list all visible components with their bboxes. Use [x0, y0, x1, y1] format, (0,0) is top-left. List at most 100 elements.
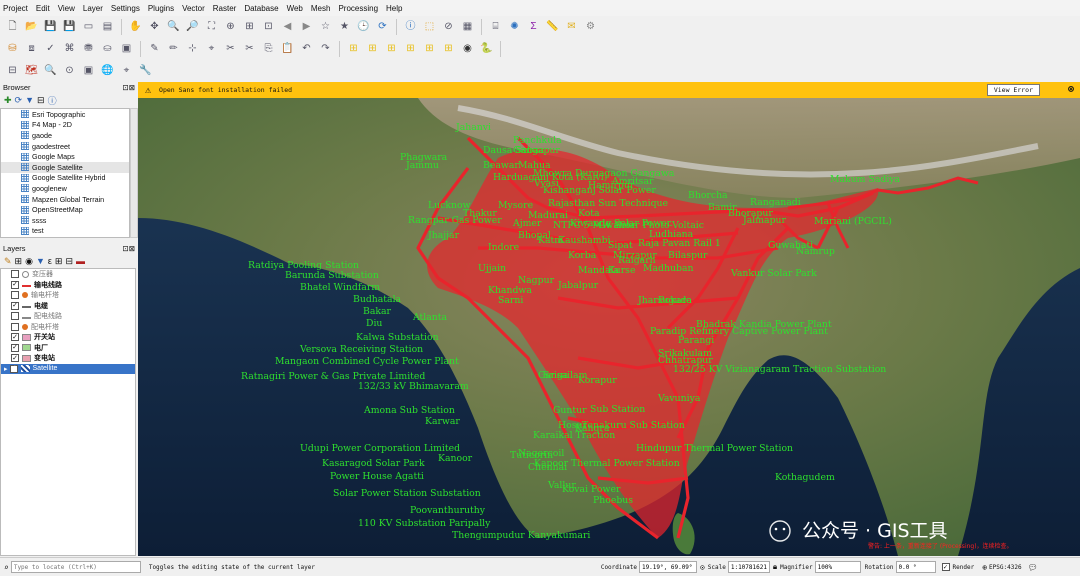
coordinate-field[interactable] — [638, 561, 697, 573]
new-geopackage-icon[interactable]: ⧈ — [23, 41, 40, 58]
layer-visibility-checkbox[interactable] — [11, 270, 19, 279]
new-virtual-layer-icon[interactable]: ⛀ — [99, 41, 116, 58]
crs-button[interactable]: EPSG:4326 — [989, 564, 1022, 571]
statistics-icon[interactable]: ✺ — [506, 19, 523, 36]
attribute-table-icon[interactable]: ▦ — [459, 19, 476, 36]
view-error-button[interactable]: View Error — [986, 84, 1040, 96]
new-bookmark-icon[interactable]: ☆ — [317, 19, 334, 36]
menu-layer[interactable]: Layer — [83, 4, 103, 13]
menu-project[interactable]: Project — [3, 4, 28, 13]
zoom-to-selection-icon[interactable]: ⊕ — [222, 19, 239, 36]
zoom-to-layer-icon[interactable]: ⊞ — [241, 19, 258, 36]
filter-legend-icon[interactable]: ▼ — [36, 256, 45, 266]
browser-item[interactable]: googlenew — [1, 183, 129, 194]
pan-icon[interactable]: ✋ — [127, 19, 144, 36]
label-pin-icon[interactable]: ⊞ — [364, 41, 381, 58]
magnifier-field[interactable] — [814, 561, 861, 573]
sum-icon[interactable]: Σ — [525, 19, 542, 36]
new-temp-layer-icon[interactable]: ▣ — [118, 41, 135, 58]
show-bookmarks-icon[interactable]: ★ — [336, 19, 353, 36]
label-show-icon[interactable]: ⊞ — [421, 41, 438, 58]
zoom-out-icon[interactable]: 🔎 — [184, 19, 201, 36]
browser-item[interactable]: Esri Topographic — [1, 109, 129, 120]
georeferencer-icon[interactable]: ⊟ — [4, 63, 21, 80]
add-group-icon[interactable]: ⊞ — [15, 256, 23, 267]
paste-icon[interactable]: 📋 — [279, 41, 296, 58]
open-project-icon[interactable]: 📂 — [23, 19, 40, 36]
crs-icon[interactable]: ⊕ — [982, 563, 987, 572]
filter-icon[interactable]: ▼ — [25, 95, 34, 105]
label-move-icon[interactable]: ⊞ — [383, 41, 400, 58]
zoom-last-icon[interactable]: ◀ — [279, 19, 296, 36]
layer-row[interactable]: ✓ 开关站 — [1, 332, 135, 343]
print-layout-icon[interactable]: ▭ — [80, 19, 97, 36]
zoom-tool-icon[interactable]: 🔍 — [42, 63, 59, 80]
save-project-icon[interactable]: 💾 — [42, 19, 59, 36]
annotation-icon[interactable]: ✉ — [563, 19, 580, 36]
panel-float-close-icon[interactable]: ⊡⊠ — [122, 83, 135, 92]
remove-layer-icon[interactable]: ▬ — [76, 256, 85, 266]
new-shapefile-icon[interactable]: ⌘ — [61, 41, 78, 58]
layer-visibility-checkbox[interactable]: ✓ — [9, 364, 18, 373]
map-tips-icon[interactable]: ⚙ — [582, 19, 599, 36]
render-checkbox[interactable]: ✓ — [941, 563, 950, 571]
menu-view[interactable]: View — [58, 4, 75, 13]
zoom-in-icon[interactable]: 🔍 — [165, 19, 182, 36]
layer-row[interactable]: ▸ ✓ Satellite — [1, 363, 135, 374]
label-change-icon[interactable]: ⊞ — [440, 41, 457, 58]
menu-processing[interactable]: Processing — [338, 4, 378, 13]
locate-input[interactable] — [10, 561, 141, 573]
collapse-all-icon[interactable]: ⊟ — [37, 95, 45, 106]
measure-icon[interactable]: 📏 — [544, 19, 561, 36]
label-rotate-icon[interactable]: ⊞ — [402, 41, 419, 58]
refresh-icon[interactable]: ⟳ — [374, 19, 391, 36]
rotation-field[interactable] — [895, 561, 936, 573]
layout-manager-icon[interactable]: ▤ — [99, 19, 116, 36]
delete-selected-icon[interactable]: ✂ — [222, 41, 239, 58]
layer-row[interactable]: 输电杆塔 — [1, 290, 135, 301]
messages-icon[interactable]: 💬︎ — [1028, 563, 1038, 572]
style-icon[interactable]: ✎ — [4, 256, 12, 267]
gps-icon[interactable]: ⌖ — [118, 63, 135, 80]
redo-icon[interactable]: ↷ — [317, 41, 334, 58]
filter-expression-icon[interactable]: ε — [48, 256, 52, 266]
menu-web[interactable]: Web — [287, 4, 303, 13]
layer-row[interactable]: ✓ 电厂 — [1, 343, 135, 354]
menu-raster[interactable]: Raster — [213, 4, 237, 13]
layer-visibility-checkbox[interactable]: ✓ — [11, 343, 19, 352]
quickmap-icon[interactable]: 🗺 — [23, 63, 40, 80]
deselect-icon[interactable]: ⊘ — [440, 19, 457, 36]
layer-row[interactable]: 变压器 — [1, 269, 135, 280]
copy-icon[interactable]: ⎘ — [260, 41, 277, 58]
layer-visibility-checkbox[interactable]: ✓ — [11, 280, 19, 289]
save-as-icon[interactable]: 💾 — [61, 19, 78, 36]
identify-icon[interactable]: ⓘ — [402, 19, 419, 36]
menu-mesh[interactable]: Mesh — [311, 4, 331, 13]
temporal-controller-icon[interactable]: 🕒 — [355, 19, 372, 36]
label-icon[interactable]: ⊞ — [345, 41, 362, 58]
globe-settings-icon[interactable]: 🌐 — [99, 63, 116, 80]
layer-row[interactable]: ✓ 变电站 — [1, 353, 135, 364]
cut-icon[interactable]: ✂ — [241, 41, 258, 58]
field-calculator-icon[interactable]: ⌸ — [487, 19, 504, 36]
select-features-icon[interactable]: ⬚ — [421, 19, 438, 36]
zoom-full-icon[interactable]: ⛶ — [203, 19, 220, 36]
menu-settings[interactable]: Settings — [111, 4, 140, 13]
browser-item[interactable]: Google Satellite — [1, 161, 129, 173]
expand-all-icon[interactable]: ⊞ — [55, 256, 63, 267]
menu-database[interactable]: Database — [244, 4, 278, 13]
map-canvas[interactable]: Dausa Sabaa Panchkula Phagwara Jahanvi Jammu… — [138, 98, 1080, 556]
python-icon[interactable]: 🐍 — [478, 41, 495, 58]
vertex-tool-icon[interactable]: ⌖ — [203, 41, 220, 58]
layer-row[interactable]: 配电杆塔 — [1, 322, 135, 333]
menu-help[interactable]: Help — [386, 4, 402, 13]
layer-visibility-checkbox[interactable]: ✓ — [11, 301, 19, 310]
edit-pencil-icon[interactable]: ✎ — [146, 41, 163, 58]
browser-item[interactable]: ssss — [1, 215, 129, 226]
layer-visibility-checkbox[interactable]: ✓ — [11, 333, 19, 342]
menu-vector[interactable]: Vector — [182, 4, 205, 13]
menu-plugins[interactable]: Plugins — [148, 4, 174, 13]
layer-visibility-checkbox[interactable] — [11, 322, 19, 331]
layer-row[interactable]: 配电线路 — [1, 311, 135, 322]
properties-icon[interactable]: ⓘ — [48, 94, 57, 107]
